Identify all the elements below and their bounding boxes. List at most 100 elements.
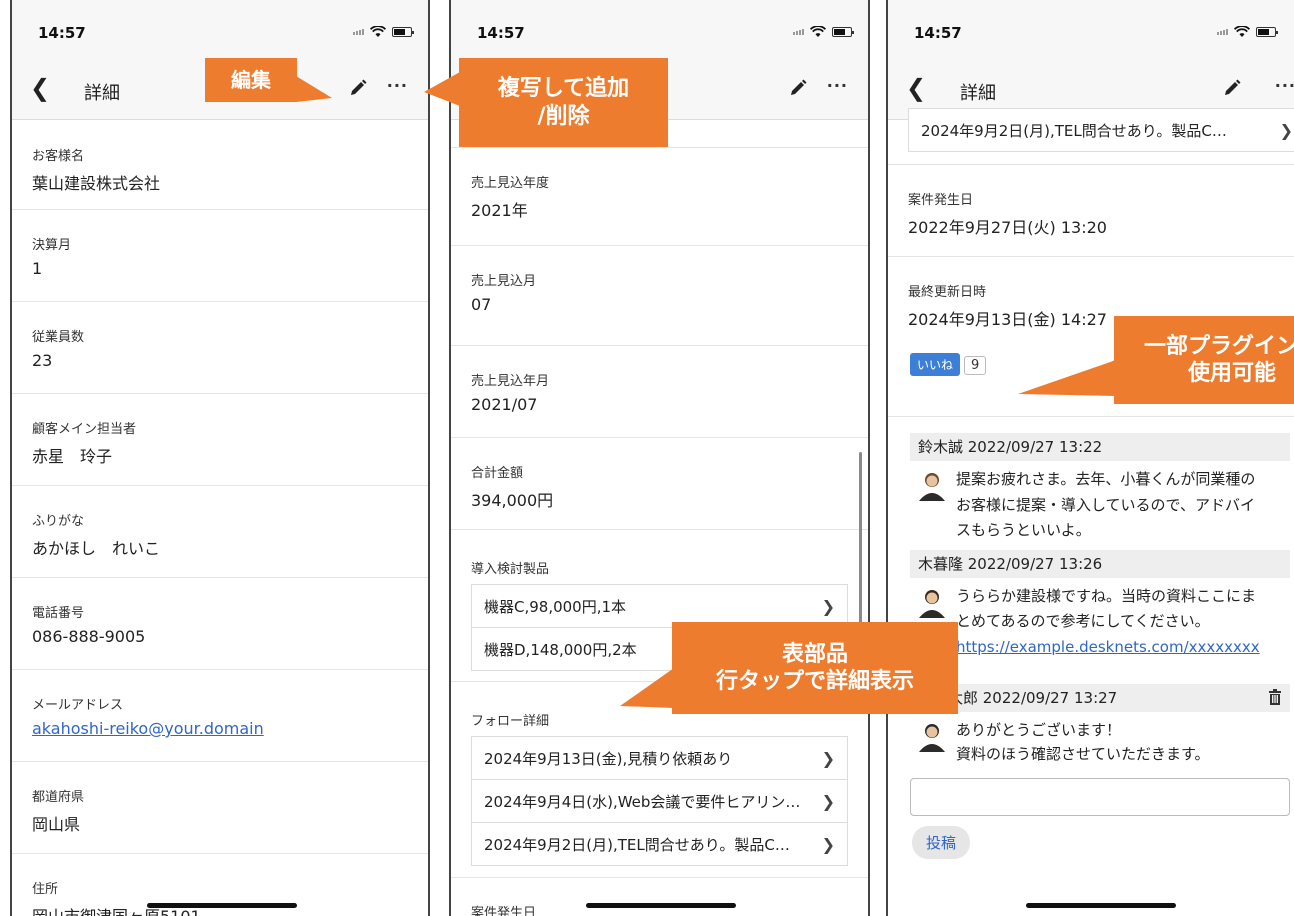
comment-line: ありがとうございます！ <box>956 721 1122 739</box>
callout-text: 使用可能 <box>1188 361 1277 386</box>
field-fiscal-month: 決算月 1 <box>12 210 428 302</box>
comment-text: うららか建設様ですね。当時の資料ここにま とめてあるので参考にしてください。 h… <box>956 584 1260 661</box>
field-value: あかほし れいこ <box>32 539 161 558</box>
more-button[interactable]: ··· <box>827 76 848 95</box>
table-row[interactable]: 2024年9月2日(月),TEL問合せあり。製品C… ❯ <box>471 822 848 866</box>
table-row[interactable]: 2024年9月13日(金),見積り依頼あり ❯ <box>471 736 848 780</box>
field-phone: 電話番号 086-888-9005 <box>12 578 428 670</box>
post-button[interactable]: 投稿 <box>912 826 971 859</box>
battery-icon <box>392 27 414 37</box>
detail-list: 売上見込年度 2021年 売上見込月 07 売上見込年月 2021/07 合計金… <box>451 147 868 916</box>
chevron-right-icon: ❯ <box>821 834 835 854</box>
callout-text: 編集 <box>231 67 271 92</box>
comment-line: とめてあるので参考にしてください。 <box>956 612 1210 630</box>
callout-text: /削除 <box>537 103 590 129</box>
comment-header: 鈴木誠 2022/09/27 13:22 <box>910 433 1290 461</box>
field-sales-year-month: 売上見込年月 2021/07 <box>451 346 868 438</box>
callout-plugin: 一部プラグイン 使用可能 <box>1114 316 1294 404</box>
field-value: 2022年9月27日(火) 13:20 <box>908 218 1107 237</box>
more-button[interactable]: ··· <box>387 76 408 95</box>
phone-screen-detail-3: 14:57 ❮ 詳細 ··· 2024年9月2日(月),TEL問合せあり。製品C… <box>886 0 1294 916</box>
back-button[interactable]: ❮ <box>906 74 926 102</box>
field-label: 従業員数 <box>32 330 85 345</box>
chevron-right-icon: ❯ <box>821 596 835 616</box>
field-total-amount: 合計金額 394,000円 <box>451 438 868 530</box>
like-count[interactable]: 9 <box>964 356 987 375</box>
more-button[interactable]: ··· <box>1275 76 1294 95</box>
table-row[interactable]: 2024年9月4日(水),Web会議で要件ヒアリン… ❯ <box>471 779 848 823</box>
page-title: 詳細 <box>84 83 120 104</box>
back-button[interactable]: ❮ <box>30 74 50 102</box>
callout-pointer <box>424 72 460 106</box>
field-label: 都道府県 <box>32 790 85 805</box>
home-indicator[interactable] <box>147 903 297 908</box>
field-value: 2021年 <box>471 201 528 220</box>
comment-link[interactable]: https://example.desknets.com/xxxxxxxx <box>956 638 1260 656</box>
field-label: 住所 <box>32 882 59 897</box>
callout-text: 一部プラグイン <box>1144 333 1294 359</box>
comment-list: 鈴木誠 2022/09/27 13:22 提案お疲れさま。去年、小暮くんが同業種… <box>888 417 1294 772</box>
callout-pointer <box>620 668 674 708</box>
comment-line: うららか建設様ですね。当時の資料ここにま <box>956 586 1257 605</box>
field-label: 顧客メイン担当者 <box>32 422 137 437</box>
callout-edit: 編集 <box>205 58 297 102</box>
comment-item: 鈴木誠 2022/09/27 13:22 提案お疲れさま。去年、小暮くんが同業種… <box>910 433 1290 550</box>
status-time: 14:57 <box>38 24 86 42</box>
battery-icon <box>1256 27 1278 37</box>
like-button[interactable]: いいね <box>910 353 961 376</box>
callout-text: 表部品 <box>781 641 848 667</box>
pencil-icon[interactable] <box>788 78 808 98</box>
field-label: 導入検討製品 <box>471 562 550 577</box>
row-text: 機器C,98,000円,1本 <box>484 597 627 616</box>
field-case-date: 案件発生日 <box>451 878 868 916</box>
field-label: 案件発生日 <box>908 193 974 208</box>
field-label: 売上見込月 <box>471 274 537 289</box>
field-value: 394,000円 <box>471 491 554 510</box>
status-icons <box>353 26 414 38</box>
callout-copy-delete: 複写して追加 /削除 <box>459 58 668 147</box>
phone-screen-detail-1: 14:57 ❮ 詳細 ··· お客様名 葉山建設株式会社 決算月 1 従業員数 … <box>10 0 430 916</box>
follow-table: 2024年9月13日(金),見積り依頼あり ❯ 2024年9月4日(水),Web会… <box>471 736 848 866</box>
callout-text: 行タップで詳細表示 <box>715 669 914 694</box>
avatar <box>919 473 945 501</box>
field-sales-year: 売上見込年度 2021年 <box>451 148 868 246</box>
comment-input[interactable] <box>910 778 1290 816</box>
home-indicator[interactable] <box>1026 903 1176 908</box>
field-sales-month: 売上見込月 07 <box>451 246 868 346</box>
table-row[interactable]: 2024年9月2日(月),TEL問合せあり。製品C… ❯ <box>908 108 1294 152</box>
wifi-icon <box>370 26 386 37</box>
row-text: 2024年9月2日(月),TEL問合せあり。製品C… <box>921 121 1227 140</box>
field-value: 07 <box>471 295 492 314</box>
pencil-icon[interactable] <box>348 78 368 98</box>
field-value[interactable]: 086-888-9005 <box>32 627 408 646</box>
field-value: 1 <box>32 259 43 278</box>
comment-text: 提案お疲れさま。去年、小暮くんが同業種の お客様に提案・導入しているので、アドバ… <box>956 467 1255 544</box>
field-furigana: ふりがな あかほし れいこ <box>12 486 428 578</box>
field-value: 2021/07 <box>471 395 538 414</box>
pencil-icon[interactable] <box>1222 78 1242 98</box>
status-time: 14:57 <box>477 24 525 42</box>
trash-icon[interactable] <box>1268 689 1282 705</box>
comment-body: うららか建設様ですね。当時の資料ここにま とめてあるので参考にしてください。 h… <box>910 578 1290 667</box>
status-bar: 14:57 <box>451 0 868 58</box>
wifi-icon <box>1234 26 1250 37</box>
field-label: ふりがな <box>32 514 85 529</box>
comment-item: 山田太郎 2022/09/27 13:27 ありがとうございます！ 資料のほう確… <box>910 684 1290 772</box>
callout-pointer <box>296 76 332 102</box>
email-link[interactable]: akahoshi-reiko@your.domain <box>32 719 408 738</box>
field-label: 売上見込年月 <box>471 374 550 389</box>
comment-header: 木暮隆 2022/09/27 13:26 <box>910 549 1290 578</box>
status-bar: 14:57 <box>12 0 428 58</box>
detail-list: 2024年9月2日(月),TEL問合せあり。製品C… ❯ 案件発生日 2022年9… <box>888 108 1294 916</box>
chevron-right-icon: ❯ <box>1279 120 1293 140</box>
field-label: 合計金額 <box>471 466 524 481</box>
field-customer-name: お客様名 葉山建設株式会社 <box>12 121 428 210</box>
status-time: 14:57 <box>914 24 962 42</box>
home-indicator[interactable] <box>586 903 736 908</box>
battery-icon <box>832 27 854 37</box>
status-icons <box>1217 26 1278 38</box>
field-label: 売上見込年度 <box>471 176 550 191</box>
field-case-date: 案件発生日 2022年9月27日(火) 13:20 <box>888 165 1294 257</box>
comment-line: 提案お疲れさま。去年、小暮くんが同業種の <box>956 470 1256 488</box>
comment-body: 提案お疲れさま。去年、小暮くんが同業種の お客様に提案・導入しているので、アドバ… <box>910 461 1290 550</box>
